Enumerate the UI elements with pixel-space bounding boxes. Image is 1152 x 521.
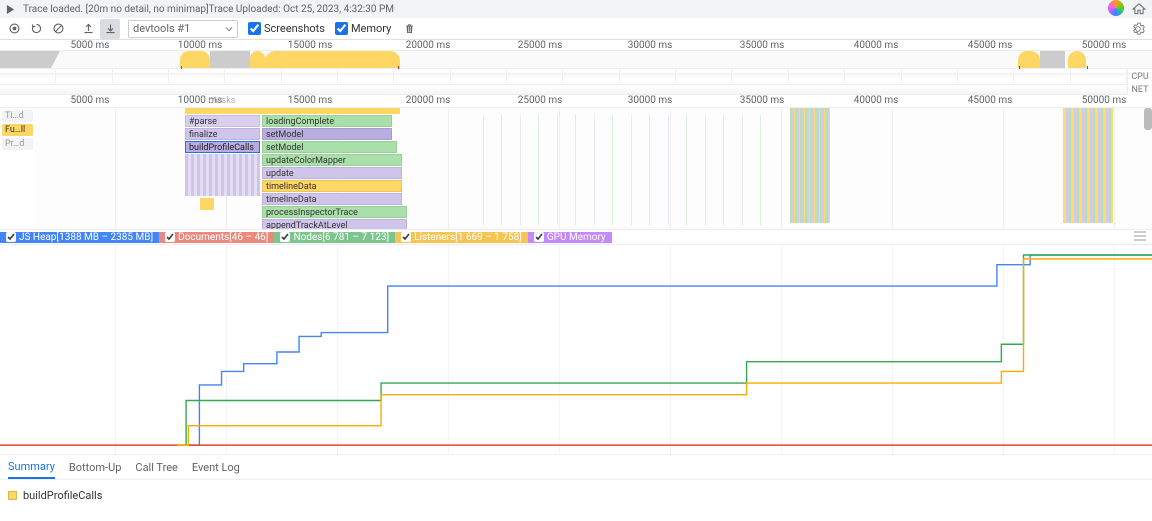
ruler-tick: 50000 ms	[1082, 40, 1127, 51]
flame-entry-selected[interactable]: buildProfileCalls	[185, 141, 260, 153]
memory-checkbox-input[interactable]	[335, 22, 348, 35]
screenshots-checkbox-input[interactable]	[248, 22, 261, 35]
ruler-tick: 40000 ms	[854, 40, 899, 51]
reload-button[interactable]	[26, 19, 46, 39]
detail-tabs: Summary Bottom-Up Call Tree Event Log	[0, 455, 1152, 480]
ruler-tick: 30000 ms	[628, 40, 673, 51]
tab-call-tree[interactable]: Call Tree	[135, 457, 177, 478]
globe-icon[interactable]	[1108, 0, 1124, 19]
flame-cluster[interactable]	[790, 108, 830, 223]
ruler-tick: 45000 ms	[968, 40, 1013, 51]
collect-garbage-button[interactable]	[399, 19, 419, 39]
flame-entry[interactable]: appendTrackAtLevel	[262, 219, 407, 229]
task-bar[interactable]	[185, 108, 400, 114]
flame-entry[interactable]: setModel	[262, 128, 392, 140]
summary-color-swatch	[8, 491, 17, 500]
load-profile-button[interactable]	[78, 19, 98, 39]
stop-button[interactable]	[48, 19, 68, 39]
net-overview: NET	[0, 85, 1152, 95]
flame-entry[interactable]: update	[262, 167, 402, 179]
flame-entry[interactable]: setModel	[262, 141, 397, 153]
flame-entry[interactable]: processInspectorTrace	[262, 206, 407, 218]
tab-summary[interactable]: Summary	[8, 456, 55, 479]
memory-label: Memory	[351, 22, 391, 35]
flame-cluster[interactable]	[1063, 108, 1113, 223]
ruler-tick: 20000 ms	[406, 40, 451, 51]
play-icon[interactable]	[6, 5, 15, 14]
tab-bottom-up[interactable]: Bottom-Up	[69, 457, 122, 478]
legend-documents[interactable]: Documents[46 – 46]	[159, 232, 274, 243]
status-bar: Trace loaded. [20m no detail, no minimap…	[0, 0, 1152, 18]
net-label: NET	[1127, 85, 1152, 95]
range-handle-left[interactable]	[0, 51, 60, 68]
overview-minimap[interactable]	[0, 51, 1152, 69]
chevron-down-icon	[225, 25, 233, 33]
memory-chart-menu-icon[interactable]	[1128, 231, 1152, 244]
memory-chart[interactable]	[0, 245, 1152, 455]
scrollbar-thumb[interactable]	[1144, 108, 1152, 130]
memory-legend: JS Heap[1388 MB – 2385 MB] Documents[46 …	[0, 230, 1152, 245]
microtasks-label: otasks	[209, 96, 236, 106]
track-label[interactable]: Ti…d	[2, 110, 33, 122]
ruler-tick: 50000 ms	[1082, 95, 1127, 106]
cpu-label: CPU	[1127, 69, 1152, 85]
screenshots-checkbox[interactable]: Screenshots	[248, 22, 325, 35]
flame-entry[interactable]: #parse	[185, 115, 260, 127]
track-label[interactable]: Pr…d	[2, 138, 33, 150]
flame-entry[interactable]: loadingComplete	[262, 115, 392, 127]
recording-select[interactable]: devtools #1	[128, 20, 238, 38]
ruler-tick: 15000 ms	[288, 40, 333, 51]
summary-function-name: buildProfileCalls	[23, 489, 102, 502]
flame-entry[interactable]: timelineData	[262, 193, 402, 205]
ruler-tick: 25000 ms	[518, 40, 563, 51]
flame-chart[interactable]: Ti…d Fu…ll Pr…d #parse finalize buildPro…	[0, 108, 1152, 230]
ruler-tick: 15000 ms	[288, 95, 333, 106]
ruler-tick: 10000 ms	[178, 40, 223, 51]
ruler-tick: 5000 ms	[71, 40, 110, 51]
screenshots-label: Screenshots	[264, 22, 325, 35]
main-ruler: 5000 ms 10000 ms otasks 15000 ms 20000 m…	[0, 95, 1152, 108]
memory-checkbox[interactable]: Memory	[335, 22, 391, 35]
detail-summary: buildProfileCalls	[0, 480, 1152, 510]
ruler-tick: 5000 ms	[71, 95, 110, 106]
status-text: Trace loaded. [20m no detail, no minimap…	[23, 4, 1100, 15]
tab-event-log[interactable]: Event Log	[192, 457, 240, 478]
settings-button[interactable]	[1128, 19, 1148, 39]
home-icon[interactable]	[1132, 2, 1146, 16]
ruler-tick: 35000 ms	[740, 40, 785, 51]
record-button[interactable]	[4, 19, 24, 39]
flame-block[interactable]	[200, 198, 214, 210]
memory-chart-svg	[0, 245, 1152, 455]
save-profile-button[interactable]	[100, 19, 120, 39]
select-label: devtools #1	[133, 22, 190, 35]
flame-entry[interactable]: timelineData	[262, 180, 402, 192]
track-label[interactable]: Fu…ll	[2, 124, 33, 136]
performance-toolbar: devtools #1 Screenshots Memory	[0, 18, 1152, 40]
ruler-tick: 35000 ms	[740, 95, 785, 106]
cpu-overview: CPU	[0, 69, 1152, 85]
flame-entry[interactable]: finalize	[185, 128, 260, 140]
legend-gpu[interactable]: GPU Memory	[528, 232, 612, 243]
flame-sparse	[465, 115, 765, 225]
ruler-tick: 45000 ms	[968, 95, 1013, 106]
ruler-tick: 20000 ms	[406, 95, 451, 106]
legend-jsheap[interactable]: JS Heap[1388 MB – 2385 MB]	[0, 232, 159, 243]
overview-ruler: 5000 ms 10000 ms 15000 ms 20000 ms 25000…	[0, 40, 1152, 51]
ruler-tick: 25000 ms	[518, 95, 563, 106]
ruler-tick: 30000 ms	[628, 95, 673, 106]
flame-body[interactable]: #parse finalize buildProfileCalls loadin…	[35, 108, 1152, 229]
flame-entry[interactable]: updateColorMapper	[262, 154, 402, 166]
legend-listeners[interactable]: Listeners[1 669 – 1 758]	[395, 232, 528, 243]
flame-stack[interactable]	[185, 154, 260, 196]
legend-nodes[interactable]: Nodes[6 781 – 7 123]	[274, 232, 395, 243]
track-labels: Ti…d Fu…ll Pr…d	[0, 108, 35, 229]
ruler-tick: 40000 ms	[854, 95, 899, 106]
